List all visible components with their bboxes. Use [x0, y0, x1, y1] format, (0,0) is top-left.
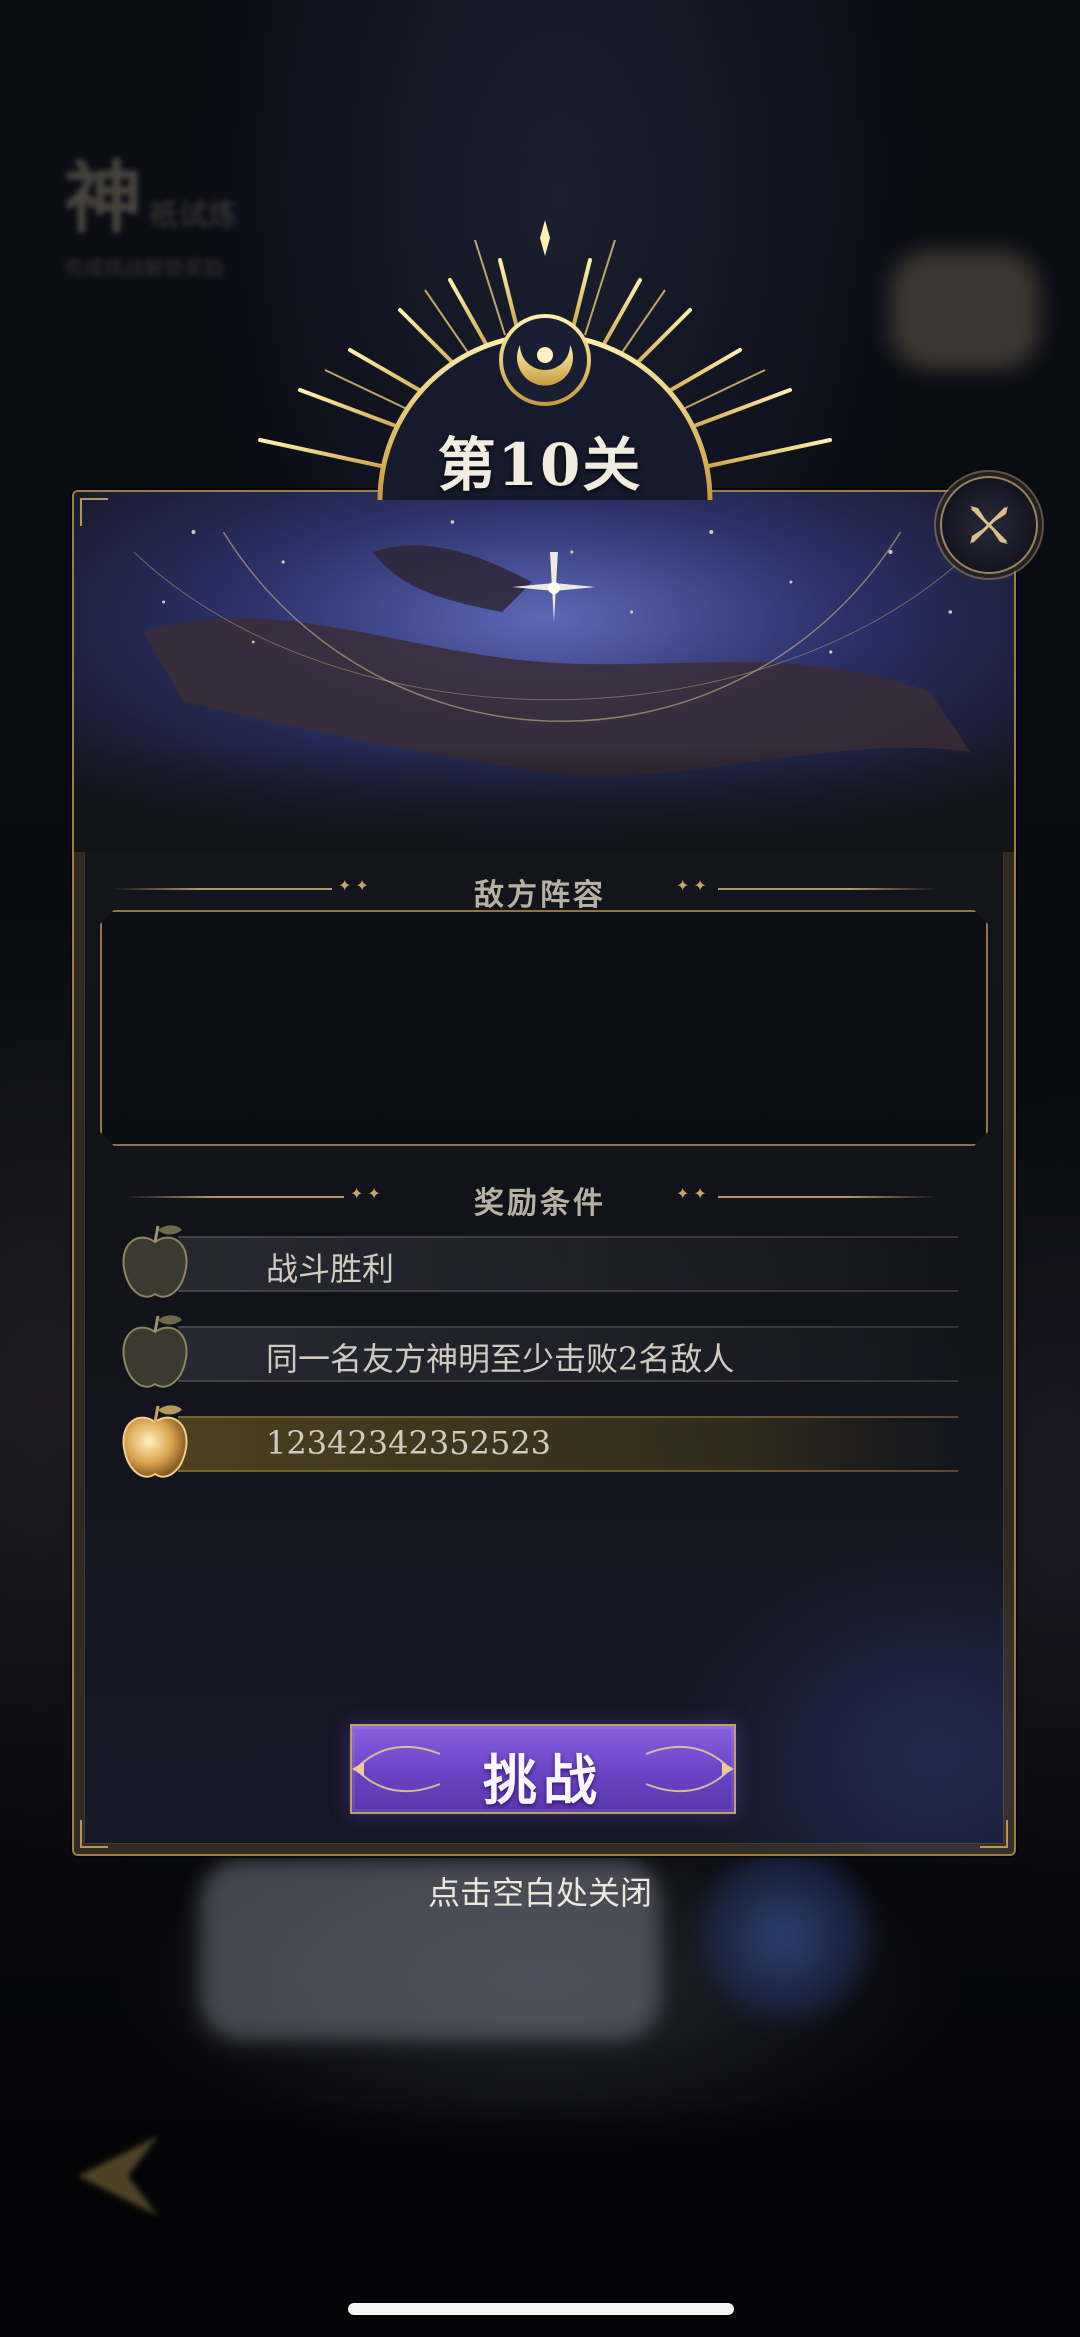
background-title-small: 祇试炼	[148, 198, 239, 233]
apple-icon-dark	[122, 1225, 188, 1298]
background-mode-title: 神祇试炼 完成挑战解锁奖励	[64, 136, 238, 281]
enemy-header-sparkle-right: ✦✦	[676, 876, 711, 895]
background-blob-right	[890, 250, 1040, 370]
reward-conditions-title: 奖励条件	[474, 1186, 606, 1221]
reward-header-line-right	[718, 1196, 938, 1198]
reward-condition-text: 战斗胜利	[266, 1250, 395, 1288]
close-button[interactable]	[940, 476, 1038, 574]
home-indicator[interactable]	[348, 2303, 734, 2315]
reward-condition-text: 12342342352523	[266, 1424, 552, 1462]
background-title-big: 神	[64, 153, 143, 244]
apple-icon-dark	[122, 1315, 188, 1388]
background-subtitle: 完成挑战解锁奖励	[64, 256, 224, 280]
panel-corner-bottom-right	[980, 1820, 1008, 1848]
enemy-lineup-area	[100, 910, 988, 1146]
starry-sky-illustration	[74, 492, 1014, 852]
panel-corner-bottom-left	[80, 1820, 108, 1848]
close-cross-icon	[970, 506, 1008, 544]
tap-blank-to-close-hint[interactable]: 点击空白处关闭	[0, 1868, 1080, 1914]
challenge-button[interactable]: 挑战	[350, 1724, 736, 1814]
level-detail-panel	[72, 490, 1016, 1856]
enemy-lineup-title: 敌方阵容	[474, 878, 606, 913]
reward-condition-text: 同一名友方神明至少击败2名敌人	[266, 1340, 735, 1378]
challenge-button-label: 挑战	[483, 1748, 603, 1812]
panel-corner-top-left	[80, 498, 108, 526]
back-arrow-icon[interactable]	[58, 2128, 168, 2224]
enemy-header-line-right	[718, 888, 938, 890]
reward-header-sparkle-right: ✦✦	[676, 1184, 711, 1203]
level-title: 第10关	[437, 431, 643, 499]
apple-icon-gold	[122, 1405, 188, 1478]
